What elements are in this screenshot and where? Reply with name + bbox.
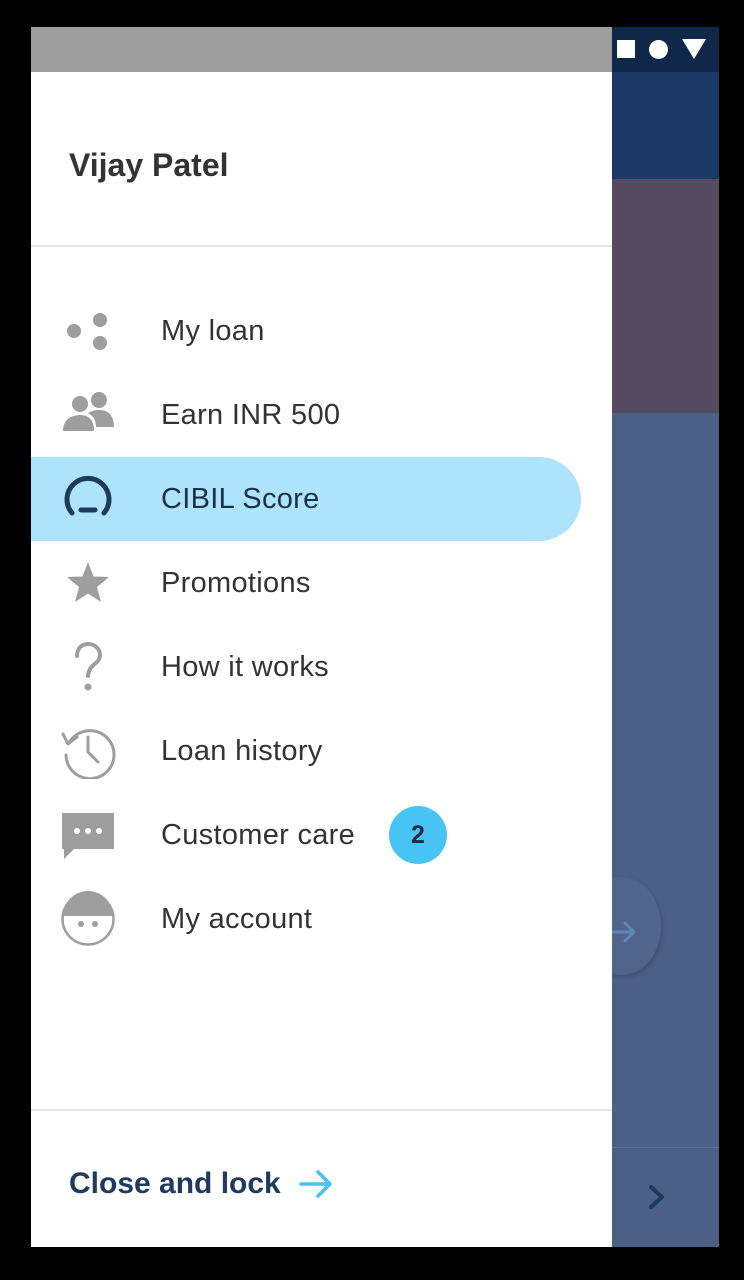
close-and-lock-label: Close and lock [69,1167,281,1200]
menu-item-label: How it works [161,650,329,683]
menu-item-my-account[interactable]: My account [31,877,581,961]
gauge-icon [60,471,116,527]
dots-icon [60,303,116,359]
header-divider [31,245,612,247]
notification-badge: 2 [389,806,447,864]
menu-item-label: Customer care [161,818,356,851]
status-icons [617,39,706,59]
recent-apps-icon [617,40,635,58]
menu-item-label: CIBIL Score [161,482,320,515]
navigation-drawer: Vijay Patel My loan Earn INR 500 CIBIL S… [31,27,612,1247]
close-and-lock-button[interactable]: Close and lock [69,1167,333,1201]
menu-item-label: Promotions [161,566,311,599]
menu-item-earn[interactable]: Earn INR 500 [31,373,581,457]
menu-item-cibil-score[interactable]: CIBIL Score [31,457,581,541]
drawer-status-bar [31,27,612,72]
menu-item-my-loan[interactable]: My loan [31,289,581,373]
signal-icon [682,39,706,59]
drawer-menu: My loan Earn INR 500 CIBIL Score Promoti… [31,289,612,961]
history-icon [60,723,116,779]
menu-item-label: Earn INR 500 [161,398,341,431]
background-arrow-icon [610,921,636,943]
question-icon [60,639,116,695]
menu-item-how-it-works[interactable]: How it works [31,625,581,709]
footer-divider [31,1109,612,1111]
menu-item-label: My loan [161,314,265,347]
menu-item-label: My account [161,902,313,935]
menu-item-promotions[interactable]: Promotions [31,541,581,625]
arrow-right-icon [298,1170,332,1198]
menu-item-loan-history[interactable]: Loan history [31,709,581,793]
chevron-right-icon [649,1185,664,1209]
star-icon [60,555,116,611]
people-icon [60,387,116,443]
background-divider [612,1147,719,1148]
face-icon [60,891,116,947]
phone-screen: Vijay Patel My loan Earn INR 500 CIBIL S… [31,27,719,1247]
menu-item-label: Loan history [161,734,323,767]
chat-icon [60,807,116,863]
user-name: Vijay Patel [69,147,229,183]
home-icon [649,39,668,59]
menu-item-customer-care[interactable]: Customer care 2 [31,793,581,877]
